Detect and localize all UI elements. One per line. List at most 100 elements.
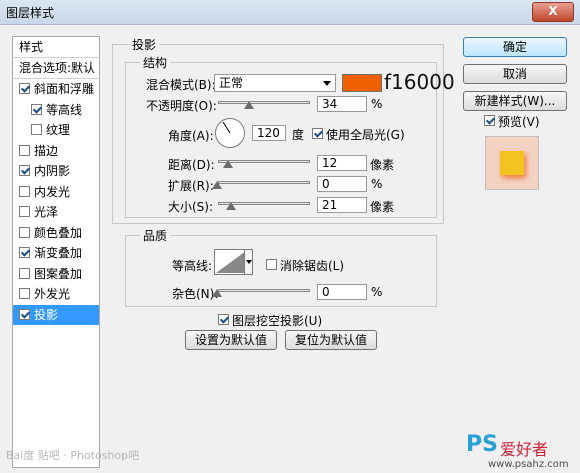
contour-curve-icon <box>216 251 246 273</box>
sidebar-item-checkbox[interactable] <box>19 288 30 299</box>
opacity-slider-thumb[interactable] <box>244 101 255 109</box>
sidebar-item-checkbox[interactable] <box>19 267 30 279</box>
sidebar-item[interactable]: 等高线 <box>13 100 99 120</box>
global-light-label: 使用全局光(G) <box>326 128 405 142</box>
ps-brand-logo: PS <box>466 432 498 457</box>
ok-button[interactable]: 确定 <box>463 37 567 57</box>
close-icon: X <box>548 4 558 18</box>
sidebar-item[interactable]: 投影 <box>13 304 99 325</box>
color-hex-annotation: f16000 <box>384 70 455 94</box>
sidebar-item-label: 等高线 <box>46 102 83 117</box>
distance-slider-thumb[interactable] <box>223 160 233 168</box>
sidebar-item-label: 描边 <box>34 143 59 158</box>
sidebar-item[interactable]: 内阴影 <box>13 161 99 181</box>
title-bar: 图层样式 X <box>0 0 580 25</box>
sidebar-item[interactable]: 渐变叠加 <box>13 243 99 263</box>
size-label: 大小(S): <box>168 200 214 214</box>
style-list: 样式 混合选项:默认 斜面和浮雕等高线纹理描边内阴影内发光光泽颜色叠加渐变叠加图… <box>12 36 100 468</box>
angle-field[interactable]: 120 <box>252 125 286 141</box>
sidebar-item-checkbox[interactable] <box>19 144 30 156</box>
sidebar-item[interactable]: 颜色叠加 <box>13 223 99 243</box>
distance-label: 距离(D): <box>168 158 215 172</box>
close-button[interactable]: X <box>532 2 574 22</box>
sidebar-item-label: 光泽 <box>34 205 59 219</box>
sidebar-item-label: 斜面和浮雕 <box>34 82 95 96</box>
spread-slider-track[interactable] <box>218 181 310 184</box>
spread-slider-thumb[interactable] <box>212 181 222 189</box>
sidebar-item-label: 纹理 <box>46 123 71 137</box>
chevron-down-icon <box>323 81 331 86</box>
blend-mode-select[interactable]: 正常 <box>214 74 336 92</box>
anti-alias-label: 消除锯齿(L) <box>280 259 345 273</box>
global-light-checkbox[interactable] <box>312 128 323 139</box>
sidebar-item[interactable]: 图案叠加 <box>13 264 99 284</box>
sidebar-item[interactable]: 斜面和浮雕 <box>13 79 99 99</box>
styles-header[interactable]: 样式 <box>13 37 99 58</box>
spread-label: 扩展(R): <box>168 179 214 193</box>
spread-field[interactable]: 0 <box>317 176 367 192</box>
sidebar-item-checkbox[interactable] <box>31 103 42 115</box>
blending-options[interactable]: 混合选项:默认 <box>13 58 99 79</box>
preview-swatch <box>500 151 524 175</box>
brand-cn: 爱好者 <box>500 440 549 459</box>
opacity-unit: % <box>371 97 383 111</box>
sidebar-item[interactable]: 外发光 <box>13 284 99 304</box>
sidebar-item[interactable]: 纹理 <box>13 120 99 140</box>
sidebar-item-label: 图案叠加 <box>34 266 83 281</box>
opacity-label: 不透明度(O): <box>146 99 217 113</box>
contour-picker[interactable] <box>214 249 248 275</box>
sidebar-item-label: 颜色叠加 <box>34 225 83 240</box>
sidebar-item[interactable]: 光泽 <box>13 202 99 222</box>
reset-default-button[interactable]: 复位为默认值 <box>285 330 377 350</box>
size-unit: 像素 <box>370 200 395 214</box>
anti-alias-checkbox[interactable] <box>266 259 277 270</box>
blend-mode-value: 正常 <box>219 76 244 90</box>
spread-unit: % <box>371 177 383 191</box>
sidebar-item-checkbox[interactable] <box>19 185 30 197</box>
sidebar-item-checkbox[interactable] <box>19 165 30 176</box>
sidebar-item-checkbox[interactable] <box>31 124 42 135</box>
sidebar-item-label: 渐变叠加 <box>34 246 83 260</box>
sidebar-item-checkbox[interactable] <box>19 226 30 238</box>
distance-unit: 像素 <box>370 158 395 172</box>
noise-slider-thumb[interactable] <box>212 289 222 297</box>
angle-dial[interactable] <box>215 118 245 148</box>
sidebar-item-label: 内阴影 <box>34 164 71 178</box>
contour-dropdown-button[interactable] <box>244 249 253 275</box>
sidebar-item-label: 内发光 <box>34 184 71 199</box>
styles-header-label: 样式 <box>19 40 44 54</box>
angle-dial-line <box>222 121 231 134</box>
opacity-slider-track[interactable] <box>218 101 310 104</box>
sidebar-item[interactable]: 内发光 <box>13 182 99 202</box>
make-default-button[interactable]: 设置为默认值 <box>185 330 277 350</box>
window-title: 图层样式 <box>6 6 55 20</box>
angle-label: 角度(A): <box>168 129 214 143</box>
shadow-color-swatch[interactable] <box>342 74 382 92</box>
knockout-checkbox[interactable] <box>218 314 229 325</box>
opacity-field[interactable]: 34 <box>317 96 367 112</box>
sidebar-item[interactable]: 描边 <box>13 141 99 161</box>
cancel-button[interactable]: 取消 <box>463 64 567 84</box>
sidebar-item-label: 投影 <box>34 307 59 322</box>
sidebar-item-checkbox[interactable] <box>19 308 30 320</box>
new-style-button[interactable]: 新建样式(W)... <box>463 91 567 111</box>
style-preview <box>485 136 539 190</box>
size-slider-thumb[interactable] <box>226 202 236 210</box>
sidebar-item-checkbox[interactable] <box>19 83 30 94</box>
sidebar-item-checkbox[interactable] <box>19 206 30 217</box>
blending-options-label: 混合选项:默认 <box>19 61 96 75</box>
baidu-watermark: Bai度 贴吧 · Photoshop吧 <box>6 449 140 462</box>
structure-title: 结构 <box>140 54 171 71</box>
noise-field[interactable]: 0 <box>317 284 367 300</box>
noise-slider-track[interactable] <box>218 289 310 292</box>
distance-field[interactable]: 12 <box>317 155 367 171</box>
blend-mode-label: 混合模式(B): <box>146 78 216 92</box>
sidebar-item-label: 外发光 <box>34 287 71 301</box>
size-field[interactable]: 21 <box>317 197 367 213</box>
sidebar-item-checkbox[interactable] <box>19 247 30 258</box>
contour-label: 等高线: <box>172 259 213 273</box>
quality-title: 品质 <box>140 227 171 244</box>
preview-checkbox[interactable] <box>484 115 495 126</box>
knockout-label: 图层挖空投影(U) <box>232 314 323 328</box>
preview-label: 预览(V) <box>498 115 540 129</box>
